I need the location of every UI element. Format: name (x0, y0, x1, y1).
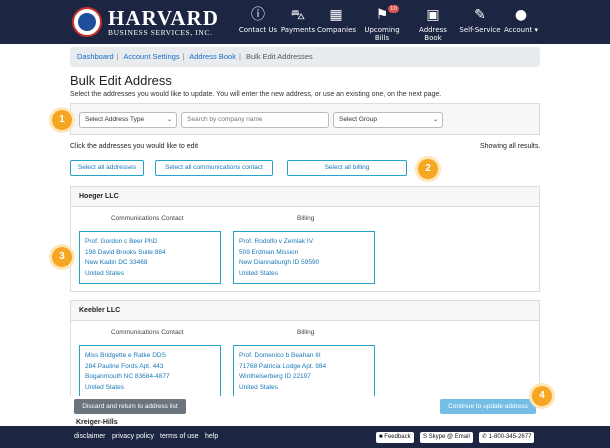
breadcrumb: Dashboard | Account Settings | Address Boo… (70, 47, 540, 67)
step-marker-2: 2 (418, 159, 438, 179)
nav-self-service[interactable]: ✎ Self-Service (458, 7, 502, 34)
wrench-icon: ✎ (474, 7, 486, 23)
footer-help-link[interactable]: help (205, 433, 218, 440)
address-card-comm[interactable]: Miss Bridgette e Ratke DDS 284 Pauline Fo… (79, 345, 221, 398)
top-navbar: HARVARD BUSINESS SERVICES, INC. ⓘ Contact… (0, 0, 610, 44)
flag-icon: ⚑ (375, 7, 389, 23)
step-marker-4: 4 (532, 386, 552, 406)
footer-terms-link[interactable]: terms of use (160, 433, 199, 440)
logo-title: HARVARD (108, 5, 219, 30)
user-icon: ● (514, 7, 528, 23)
footer-privacy-link[interactable]: privacy policy (112, 433, 154, 440)
results-status: Showing all results. (480, 143, 541, 150)
breadcrumb-account-settings[interactable]: Account Settings (123, 52, 179, 61)
address-card-billing[interactable]: Prof. Domenico b Beahan III 71768 Patrici… (233, 345, 375, 398)
page-subtitle: Select the addresses you would like to u… (70, 91, 442, 98)
logo-subtitle: BUSINESS SERVICES, INC. (108, 27, 213, 37)
building-icon: ▦ (329, 7, 343, 23)
feedback-button[interactable]: ■ Feedback (376, 432, 414, 443)
address-card-billing[interactable]: Prof. Rodolfo v Zemlak IV 509 Erdman Miss… (233, 231, 375, 284)
chevron-down-icon: ⌄ (166, 117, 172, 123)
action-bar: Discard and return to address list Conti… (70, 396, 540, 418)
footer: disclaimer privacy policy terms of use h… (0, 426, 610, 448)
company-group-hoeger: Hoeger LLC Communications Contact Billin… (70, 186, 540, 292)
skype-email-button[interactable]: S Skype @ Email (420, 432, 473, 443)
discard-button[interactable]: Discard and return to address list (74, 399, 186, 414)
company-name: Hoeger LLC (71, 187, 539, 207)
footer-disclaimer-link[interactable]: disclaimer (74, 433, 106, 440)
address-type-select[interactable]: Select Address Type ⌄ (79, 112, 177, 128)
email-icon: @ (445, 434, 455, 440)
address-card-comm[interactable]: Prof. Gordon c Beer PhD 198 David Brooks … (79, 231, 221, 284)
company-name: Keebler LLC (71, 301, 539, 321)
nav-upcoming-bills[interactable]: ⚑ 10 Upcoming Bills (357, 5, 407, 42)
nav-address-book[interactable]: ▣ Address Book (410, 7, 456, 42)
select-instructions: Click the addresses you would like to ed… (70, 143, 199, 150)
nav-contact-us[interactable]: ⓘ Contact Us (238, 7, 278, 34)
seal-icon (72, 7, 102, 37)
step-marker-3: 3 (52, 247, 72, 267)
chevron-down-icon: ⌄ (432, 117, 438, 123)
bills-count-badge: 10 (388, 5, 399, 13)
nav-companies[interactable]: ▦ Companies (317, 7, 356, 34)
breadcrumb-current: Bulk Edit Addresses (246, 52, 313, 61)
harvard-logo[interactable]: HARVARD BUSINESS SERVICES, INC. (72, 7, 219, 37)
select-all-billing-button[interactable]: Select all billing (287, 160, 407, 176)
step-marker-1: 1 (52, 110, 72, 130)
select-all-communications-button[interactable]: Select all communications contact (155, 160, 273, 176)
company-name-next: Kreiger-Hills (76, 419, 118, 426)
nav-payments[interactable]: ⛍ Payments (280, 7, 316, 34)
breadcrumb-dashboard[interactable]: Dashboard (77, 52, 114, 61)
comm-column-title: Communications Contact (111, 329, 184, 336)
company-group-keebler: Keebler LLC Communications Contact Billi… (70, 300, 540, 398)
select-all-addresses-button[interactable]: Select all addresses (70, 160, 144, 176)
basket-icon: ⛍ (290, 7, 306, 23)
continue-button[interactable]: Continue to update address (440, 399, 536, 414)
comm-column-title: Communications Contact (111, 215, 184, 222)
billing-column-title: Billing (297, 215, 315, 222)
breadcrumb-address-book[interactable]: Address Book (189, 52, 236, 61)
address-book-icon: ▣ (426, 7, 440, 23)
nav-account[interactable]: ● Account ▾ (502, 7, 540, 34)
page-title: Bulk Edit Address (70, 73, 172, 88)
filter-bar: Select Address Type ⌄ Search by company n… (70, 103, 540, 135)
group-select[interactable]: Select Group ⌄ (333, 112, 443, 128)
phone-button[interactable]: ✆ 1-800-345-2677 (479, 432, 535, 443)
info-icon: ⓘ (251, 7, 265, 23)
company-search-input[interactable]: Search by company name (181, 112, 329, 128)
phone-icon: ✆ (482, 434, 489, 440)
billing-column-title: Billing (297, 329, 315, 336)
